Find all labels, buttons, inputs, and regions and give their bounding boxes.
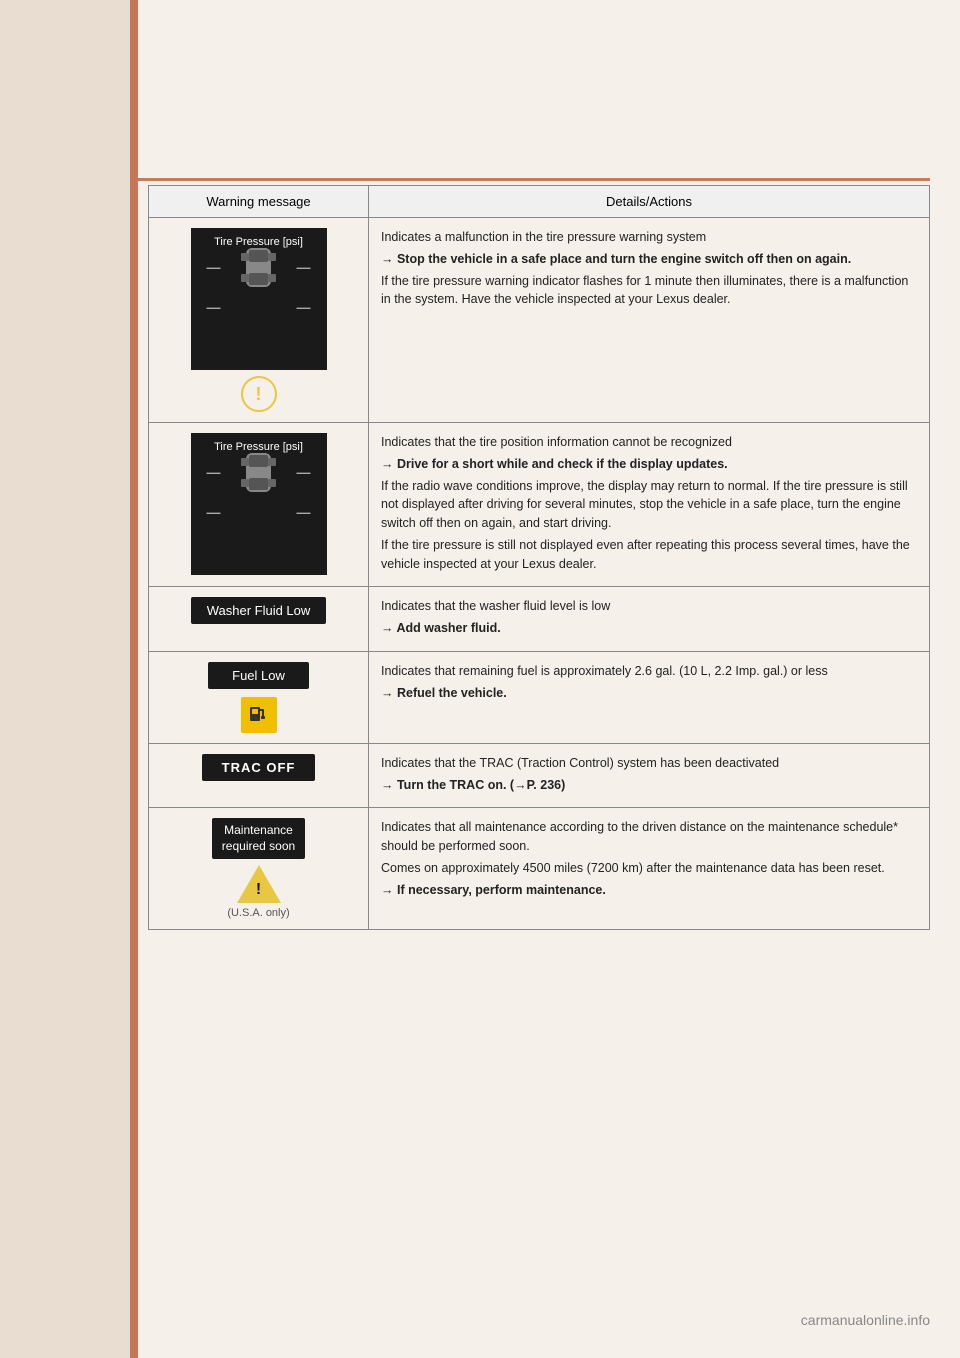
car-icon-1	[231, 245, 286, 290]
watermark: carmanualonline.info	[801, 1312, 930, 1328]
details-cell-washer: Indicates that the washer fluid level is…	[369, 587, 930, 652]
table-row: Fuel Low	[149, 651, 930, 743]
maintenance-label: Maintenance required soon	[212, 818, 305, 859]
fuel-low-label: Fuel Low	[208, 662, 309, 689]
tire-grid-2: — — —	[199, 457, 319, 567]
warning-cell-fuel: Fuel Low	[149, 651, 369, 743]
content-area: Warning message Details/Actions Tire Pre…	[148, 185, 930, 1158]
details-cell-fuel: Indicates that remaining fuel is approxi…	[369, 651, 930, 743]
car-icon-2	[231, 450, 286, 495]
details-cell-tire-pressure-2: Indicates that the tire position informa…	[369, 423, 930, 587]
table-row: Washer Fluid Low Indicates that the wash…	[149, 587, 930, 652]
trac-off-label: TRAC OFF	[202, 754, 316, 781]
table-row: Tire Pressure [psi] —	[149, 218, 930, 423]
details-cell-trac: Indicates that the TRAC (Traction Contro…	[369, 743, 930, 808]
washer-fluid-label: Washer Fluid Low	[191, 597, 327, 624]
details-cell-tire-pressure-1: Indicates a malfunction in the tire pres…	[369, 218, 930, 423]
warning-table: Warning message Details/Actions Tire Pre…	[148, 185, 930, 930]
fuel-icon	[241, 697, 277, 733]
fuel-pump-icon	[247, 703, 271, 727]
warning-cell-maintenance: Maintenance required soon ! (U.S.A. only…	[149, 808, 369, 930]
tire-pressure-display-2: Tire Pressure [psi] —	[191, 433, 327, 575]
table-header-details: Details/Actions	[369, 186, 930, 218]
tire-grid-1: — — —	[199, 252, 319, 362]
usa-only-label: (U.S.A. only)	[227, 907, 289, 919]
warning-cell-tire-pressure-1: Tire Pressure [psi] —	[149, 218, 369, 423]
table-row: Tire Pressure [psi] —	[149, 423, 930, 587]
maintenance-triangle-icon: !	[237, 865, 281, 903]
table-row: Maintenance required soon ! (U.S.A. only…	[149, 808, 930, 930]
top-accent-line	[138, 178, 930, 181]
details-cell-maintenance: Indicates that all maintenance according…	[369, 808, 930, 930]
warning-cell-tire-pressure-2: Tire Pressure [psi] —	[149, 423, 369, 587]
table-row: TRAC OFF Indicates that the TRAC (Tracti…	[149, 743, 930, 808]
warning-cell-trac: TRAC OFF	[149, 743, 369, 808]
accent-bar	[130, 0, 138, 1358]
table-header-warning: Warning message	[149, 186, 369, 218]
warning-icon-circle-1: !	[241, 376, 277, 412]
warning-cell-washer: Washer Fluid Low	[149, 587, 369, 652]
left-sidebar	[0, 0, 130, 1358]
tire-pressure-display-1: Tire Pressure [psi] —	[191, 228, 327, 370]
